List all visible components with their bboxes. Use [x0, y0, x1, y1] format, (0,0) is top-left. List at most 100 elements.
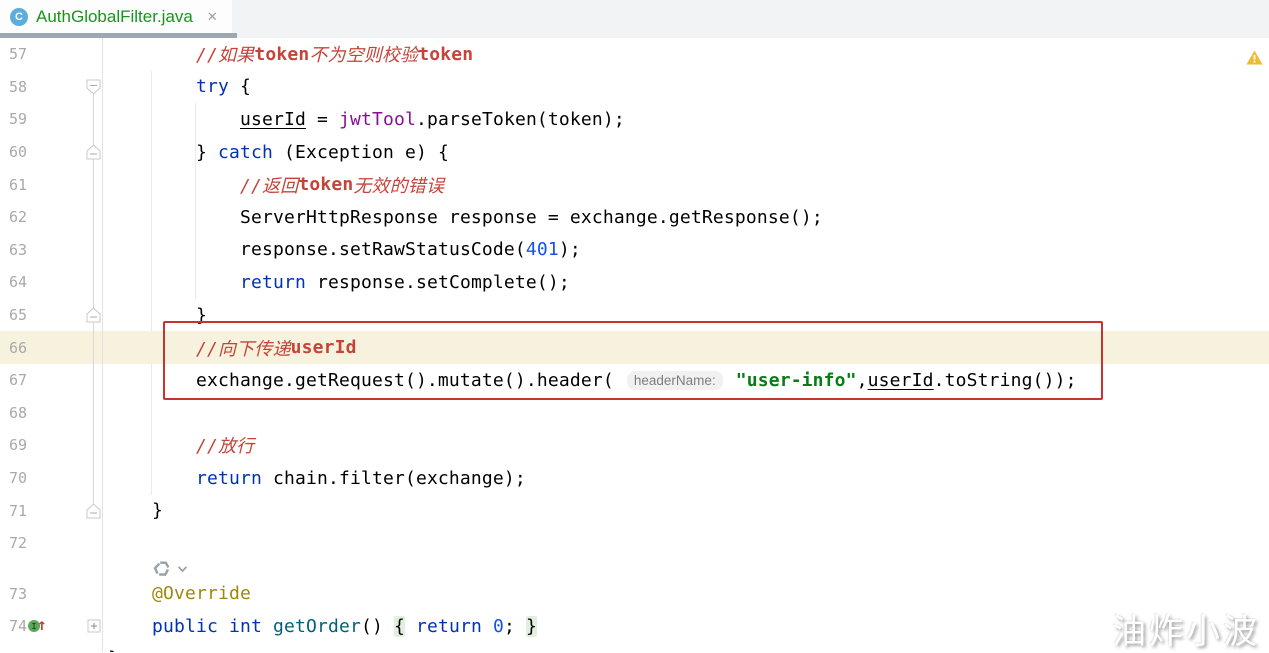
gutter[interactable]: 61: [0, 168, 104, 201]
fold-marker-icon[interactable]: [86, 502, 101, 519]
line-number: 71: [9, 501, 28, 520]
gutter[interactable]: 58: [0, 71, 104, 104]
gutter[interactable]: 68: [0, 397, 104, 430]
code-token: "user-info": [735, 369, 857, 391]
code-token: }: [108, 648, 119, 652]
code-line[interactable]: 71}: [0, 494, 1269, 527]
code-token: response.setComplete();: [305, 271, 570, 293]
code-token: token: [418, 43, 474, 65]
code-line[interactable]: 59 userId = jwtTool .parseToken(token);: [0, 103, 1269, 136]
code-editor[interactable]: 57//如果 token 不为空则校验 token 58 try {59 userId = …: [0, 38, 1269, 652]
line-number: 58: [9, 77, 28, 96]
code-text: } catch (Exception e) {: [104, 142, 449, 163]
code-token: 0: [492, 615, 504, 637]
code-line[interactable]: 62 ServerHttpResponse response = exchange…: [0, 201, 1269, 234]
code-text: //放行: [104, 432, 254, 458]
gutter[interactable]: 59: [0, 103, 104, 136]
gutter[interactable]: 63: [0, 234, 104, 267]
fold-marker-icon[interactable]: [86, 79, 101, 95]
gutter[interactable]: 74 I ↑: [0, 610, 104, 643]
code-line[interactable]: 61 //返回 token 无效的错误: [0, 168, 1269, 201]
code-token: int: [228, 615, 262, 637]
line-number: 74: [9, 617, 28, 636]
gutter[interactable]: 72: [0, 527, 104, 560]
editor-tab[interactable]: C AuthGlobalFilter.java ✕: [0, 0, 232, 33]
fold-expand-icon[interactable]: [86, 618, 101, 634]
code-line[interactable]: 58 try {: [0, 71, 1269, 104]
code-token: ;: [503, 615, 526, 637]
line-number: 72: [9, 534, 28, 553]
gutter[interactable]: 66: [0, 331, 104, 364]
code-text: return response.setComplete();: [104, 272, 570, 293]
code-token: public: [152, 615, 218, 637]
code-token: getOrder: [272, 615, 361, 637]
code-token: {: [229, 76, 251, 98]
line-number: 67: [9, 371, 28, 390]
line-number: 73: [9, 584, 28, 603]
implements-override-marker-icon[interactable]: I ↑: [28, 617, 47, 634]
code-token: (): [360, 615, 394, 637]
code-line[interactable]: 65}: [0, 299, 1269, 332]
inlay-row[interactable]: [0, 560, 1269, 578]
gutter[interactable]: 64: [0, 266, 104, 299]
code-text: [104, 560, 188, 578]
code-line[interactable]: 66 //向下传递 userId: [0, 331, 1269, 364]
code-token: response.setRawStatusCode(: [240, 239, 526, 261]
line-number: 70: [9, 469, 28, 488]
ai-inlay-icon[interactable]: [152, 560, 172, 578]
close-icon[interactable]: ✕: [207, 9, 218, 25]
code-token: chain.filter(exchange);: [261, 467, 526, 489]
line-number: 68: [9, 403, 28, 422]
gutter[interactable]: [0, 643, 104, 652]
code-line[interactable]: 72: [0, 527, 1269, 560]
code-text: }: [104, 500, 163, 521]
gutter[interactable]: 71: [0, 494, 104, 527]
code-token: 不为空则校验: [309, 45, 419, 67]
code-line[interactable]: 67 exchange.getRequest().mutate().header(…: [0, 364, 1269, 397]
gutter[interactable]: 69: [0, 429, 104, 462]
gutter[interactable]: 60: [0, 136, 104, 169]
gutter[interactable]: 65: [0, 299, 104, 332]
code-token: 无效的错误: [353, 175, 445, 197]
code-token: token: [298, 174, 354, 196]
code-text: try {: [104, 76, 251, 97]
chevron-down-icon[interactable]: [177, 565, 188, 573]
code-line[interactable]: 68: [0, 397, 1269, 430]
watermark: 油炸小波: [1112, 613, 1260, 651]
editor-tab-bar: C AuthGlobalFilter.java ✕: [0, 0, 1269, 38]
code-token: 401: [525, 239, 559, 261]
code-line[interactable]: 57//如果 token 不为空则校验 token: [0, 38, 1269, 71]
code-token: ,: [856, 369, 868, 391]
code-token: {: [393, 615, 405, 637]
code-line[interactable]: 74 I ↑ public int getOrder() { return 0; }: [0, 610, 1269, 643]
fold-marker-icon[interactable]: [86, 307, 101, 323]
code-line[interactable]: }: [0, 643, 1269, 652]
line-number: 62: [9, 208, 28, 227]
code-text: response.setRawStatusCode(401);: [104, 239, 581, 260]
code-token: return: [196, 467, 262, 489]
code-line[interactable]: 70 return chain.filter(exchange);: [0, 462, 1269, 495]
inspection-warning-icon[interactable]: [1246, 50, 1263, 70]
line-number: 64: [9, 273, 28, 292]
gutter[interactable]: 70: [0, 462, 104, 495]
gutter[interactable]: 57: [0, 38, 104, 71]
gutter[interactable]: 67: [0, 364, 104, 397]
code-token: =: [305, 108, 339, 130]
code-line[interactable]: 60 } catch (Exception e) {: [0, 136, 1269, 169]
gutter[interactable]: 62: [0, 201, 104, 234]
code-line[interactable]: 64 return response.setComplete();: [0, 266, 1269, 299]
code-line[interactable]: 69 //放行: [0, 429, 1269, 462]
code-token: exchange.getRequest().mutate().header(: [196, 369, 625, 391]
line-number: 66: [9, 338, 28, 357]
code-text: @Override: [104, 583, 251, 604]
code-line[interactable]: 73 @Override: [0, 578, 1269, 611]
fold-marker-icon[interactable]: [86, 144, 101, 160]
code-line[interactable]: 63 response.setRawStatusCode(401);: [0, 234, 1269, 267]
gutter[interactable]: [0, 560, 104, 578]
gutter[interactable]: 73: [0, 578, 104, 611]
line-number: 60: [9, 143, 28, 162]
code-token: userId: [240, 108, 306, 130]
line-number: 59: [9, 110, 28, 129]
